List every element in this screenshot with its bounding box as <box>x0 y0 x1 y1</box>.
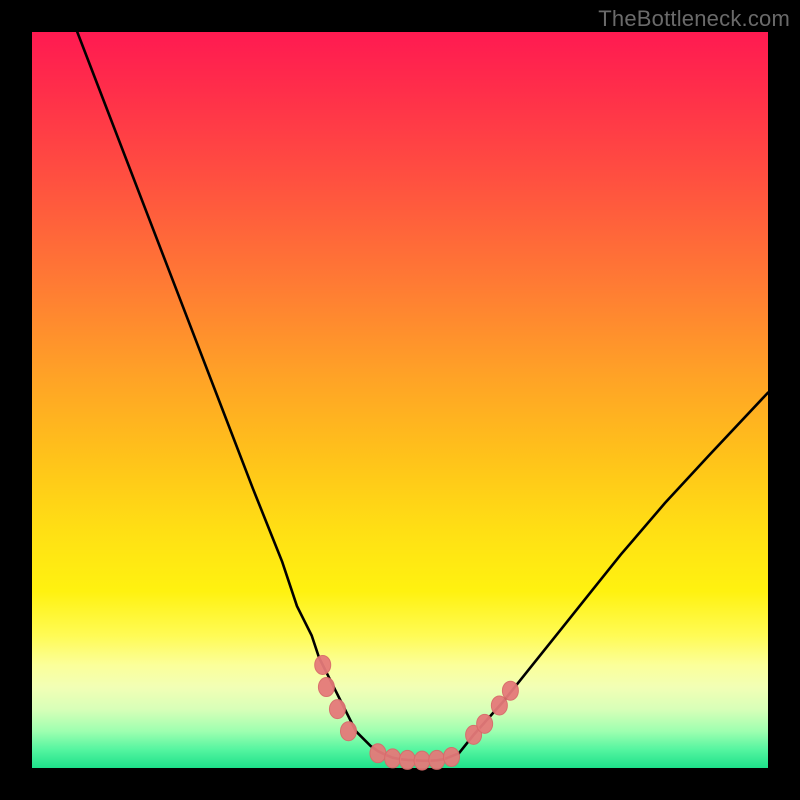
trough-marker-3 <box>414 751 430 770</box>
chart-svg <box>32 32 768 768</box>
right-upper-marker-2 <box>502 681 518 700</box>
bottleneck-curve <box>69 10 768 761</box>
chart-outer-frame: TheBottleneck.com <box>0 0 800 800</box>
trough-right-marker <box>444 747 460 766</box>
right-mid-marker-1 <box>477 714 493 733</box>
left-upper-marker-2 <box>318 678 334 697</box>
right-upper-marker-1 <box>491 696 507 715</box>
trough-marker-1 <box>385 749 401 768</box>
left-mid-marker <box>329 700 345 719</box>
trough-left-marker <box>370 744 386 763</box>
left-upper-marker-1 <box>315 655 331 674</box>
left-lower-marker <box>340 722 356 741</box>
trough-marker-4 <box>429 750 445 769</box>
markers-group <box>315 655 519 770</box>
watermark-text: TheBottleneck.com <box>598 6 790 32</box>
trough-marker-2 <box>399 750 415 769</box>
